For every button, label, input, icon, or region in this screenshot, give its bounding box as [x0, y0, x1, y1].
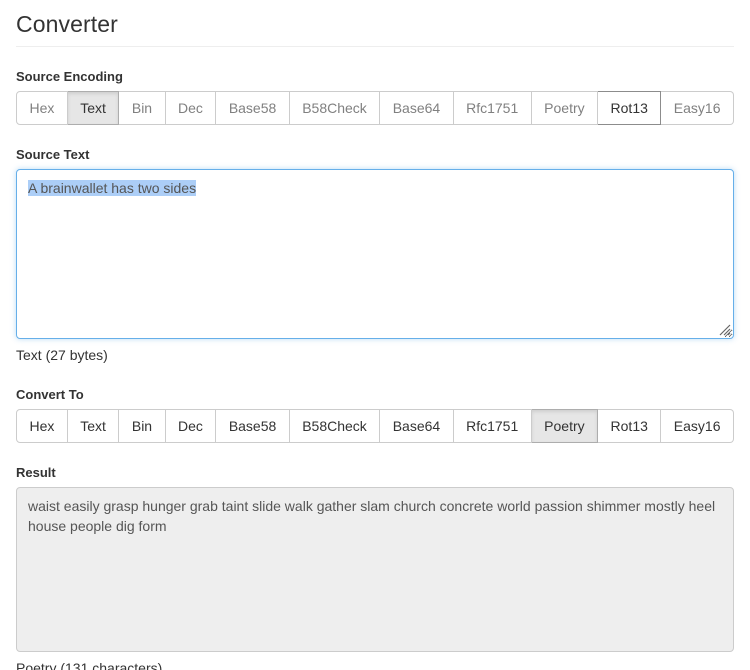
result-help: Poetry (131 characters) — [16, 660, 163, 670]
convert-to-option-poetry[interactable]: Poetry — [531, 409, 599, 443]
source-text-value: A brainwallet has two sides — [28, 180, 197, 196]
source-encoding-option-bin[interactable]: Bin — [119, 91, 166, 125]
page-title: Converter — [16, 11, 118, 37]
source-encoding-option-base58[interactable]: Base58 — [216, 91, 290, 125]
result-label: Result — [16, 465, 56, 480]
convert-to-option-dec[interactable]: Dec — [165, 409, 217, 443]
convert-to-option-rot13[interactable]: Rot13 — [598, 409, 662, 443]
source-encoding-option-b58check[interactable]: B58Check — [289, 91, 381, 125]
source-encoding-option-rfc1751[interactable]: Rfc1751 — [453, 91, 532, 125]
convert-to-option-rfc1751[interactable]: Rfc1751 — [453, 409, 532, 443]
result-output[interactable]: waist easily grasp hunger grab taint sli… — [16, 487, 734, 652]
convert-to-option-text[interactable]: Text — [67, 409, 120, 443]
convert-to-option-b58check[interactable]: B58Check — [289, 409, 381, 443]
source-text-help: Text (27 bytes) — [16, 347, 108, 363]
source-text-wrapper: A brainwallet has two sides — [16, 169, 734, 339]
source-encoding-option-rot13[interactable]: Rot13 — [598, 91, 662, 125]
convert-to-button-group: Hex Text Bin Dec Base58 B58Check Base64 Rfc1751… — [16, 409, 734, 443]
source-text-label: Source Text — [16, 147, 90, 162]
convert-to-option-easy16[interactable]: Easy16 — [661, 409, 734, 443]
convert-to-option-bin[interactable]: Bin — [119, 409, 166, 443]
converter-page: Converter Source Encoding Hex Text Bin Dec B… — [0, 0, 750, 670]
title-divider — [16, 46, 734, 47]
source-encoding-label: Source Encoding — [16, 69, 123, 84]
convert-to-option-hex[interactable]: Hex — [16, 409, 68, 443]
convert-to-label: Convert To — [16, 387, 84, 402]
source-encoding-option-poetry[interactable]: Poetry — [531, 91, 599, 125]
result-value: waist easily grasp hunger grab taint sli… — [28, 498, 716, 534]
source-encoding-option-hex[interactable]: Hex — [16, 91, 68, 125]
convert-to-option-base58[interactable]: Base58 — [216, 409, 290, 443]
source-encoding-option-base64[interactable]: Base64 — [380, 91, 454, 125]
source-encoding-option-text[interactable]: Text — [67, 91, 120, 125]
source-encoding-option-dec[interactable]: Dec — [165, 91, 217, 125]
convert-to-option-base64[interactable]: Base64 — [380, 409, 454, 443]
source-encoding-option-easy16[interactable]: Easy16 — [661, 91, 734, 125]
source-text-input[interactable]: A brainwallet has two sides — [16, 169, 734, 339]
source-encoding-button-group: Hex Text Bin Dec Base58 B58Check Base64 Rfc1751… — [16, 91, 734, 125]
